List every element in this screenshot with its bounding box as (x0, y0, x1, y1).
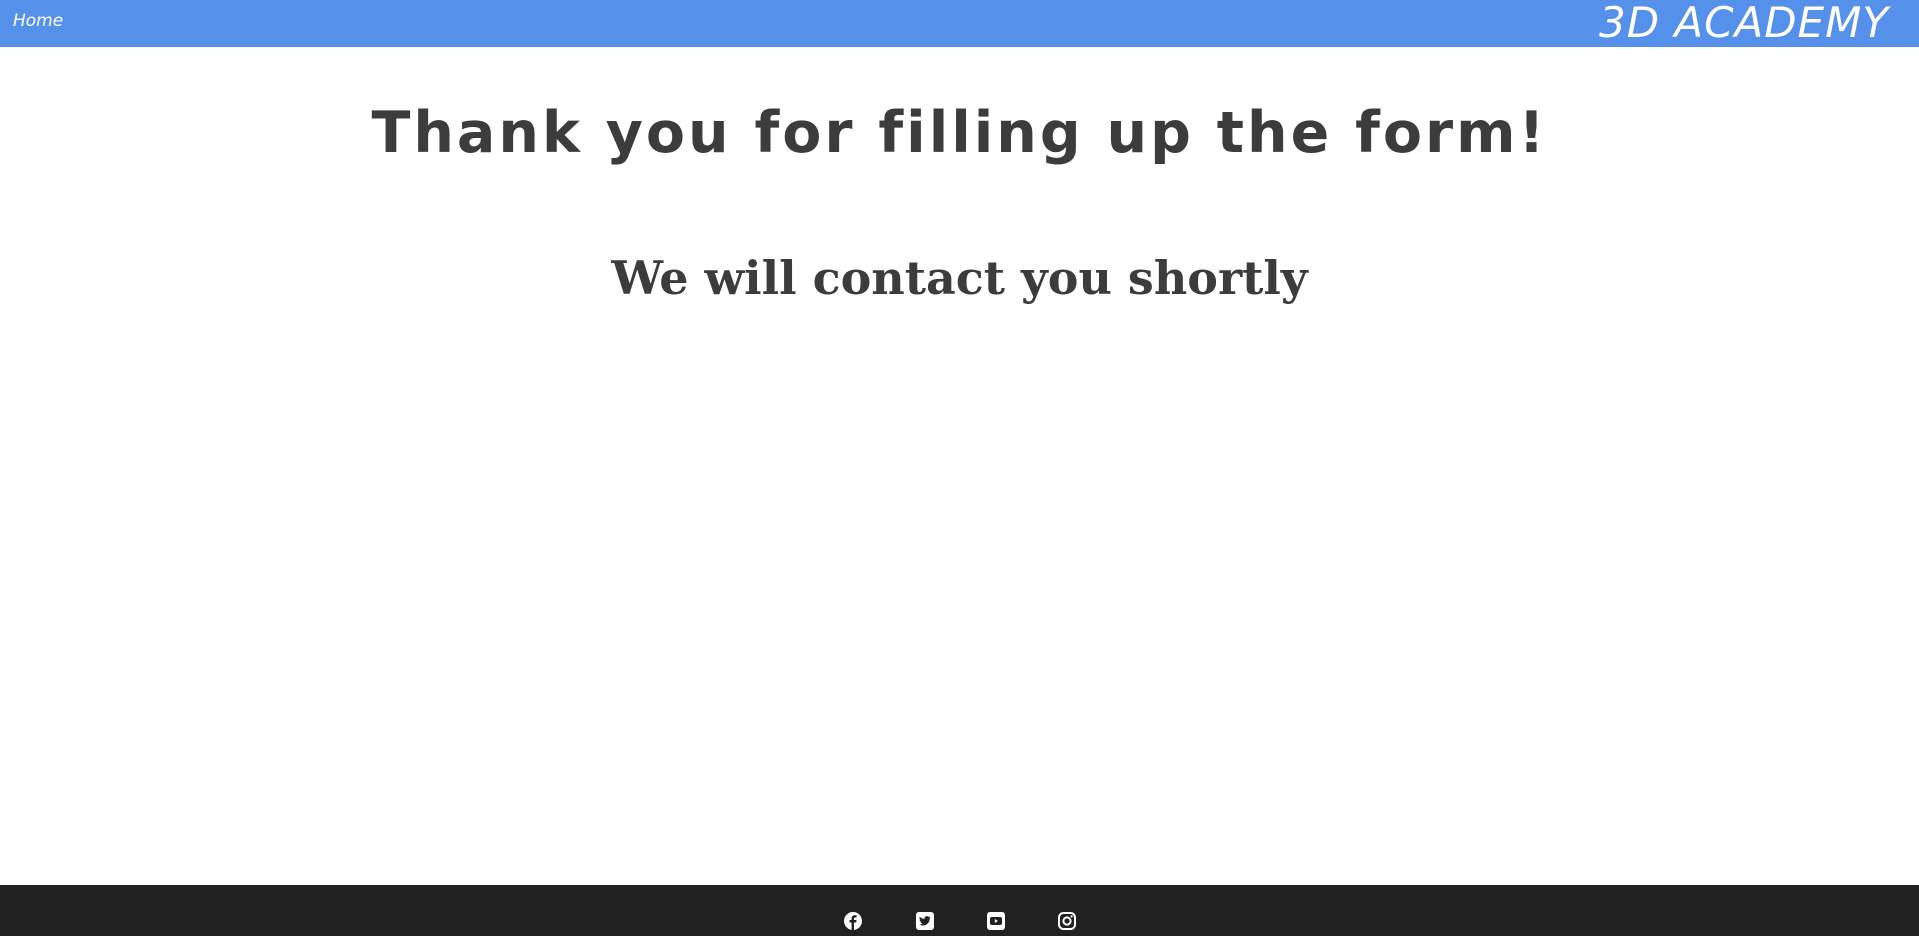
footer (0, 885, 1919, 936)
brand-logo-text: 3D ACADEMY (1599, 0, 1889, 47)
twitter-icon (916, 912, 934, 930)
youtube-icon (987, 912, 1005, 930)
instagram-icon (1058, 912, 1076, 930)
page-subtitle: We will contact you shortly (611, 251, 1308, 305)
facebook-icon (844, 912, 862, 930)
youtube-link[interactable] (986, 911, 1006, 931)
twitter-link[interactable] (915, 911, 935, 931)
instagram-link[interactable] (1057, 911, 1077, 931)
facebook-link[interactable] (843, 911, 863, 931)
nav-link-home[interactable]: Home (13, 11, 63, 31)
page-title: Thank you for filling up the form! (371, 100, 1548, 166)
top-navbar: Home 3D ACADEMY (0, 0, 1919, 47)
